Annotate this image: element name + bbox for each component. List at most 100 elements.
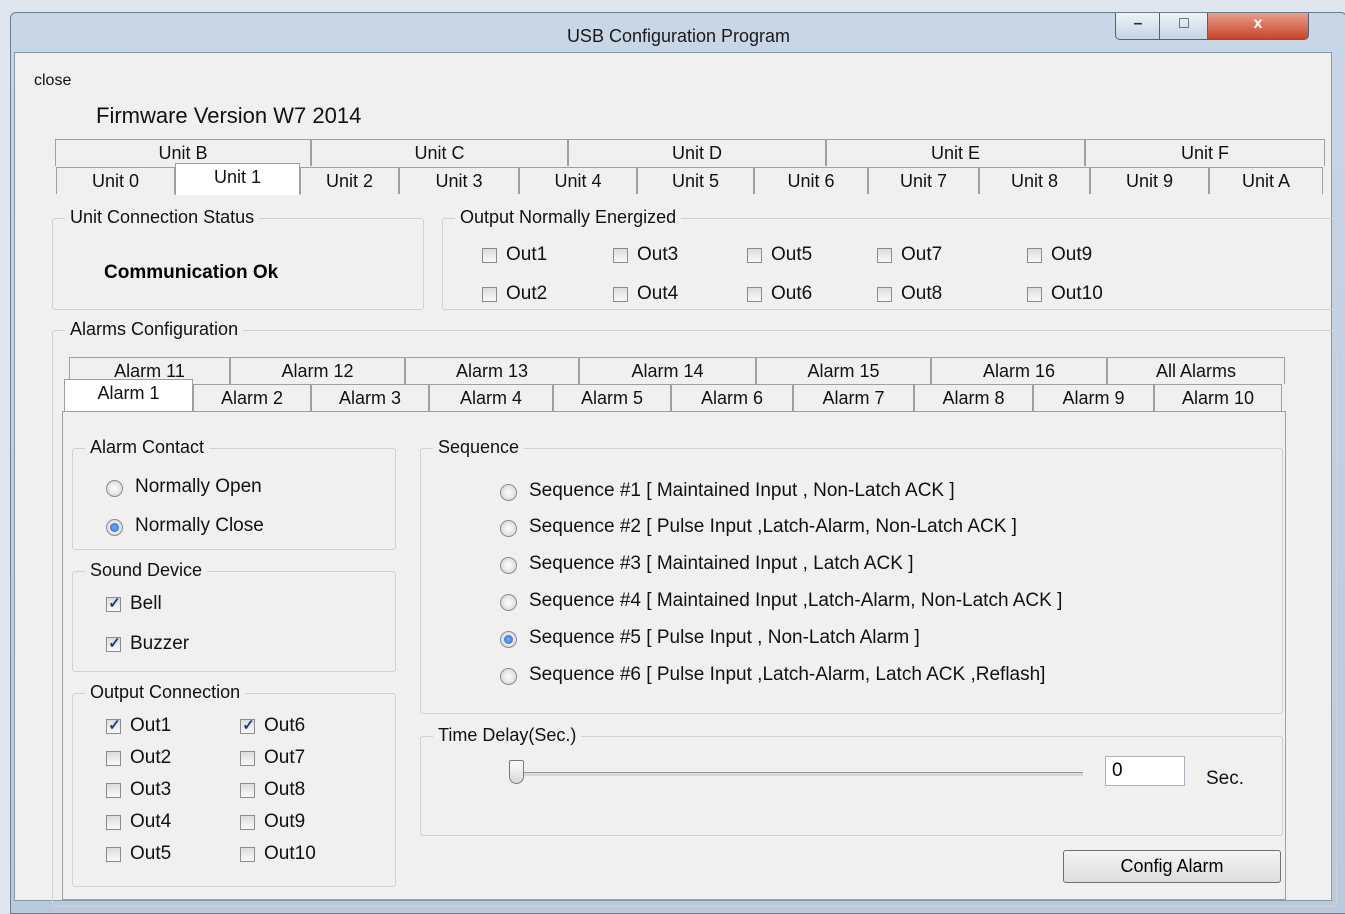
- energized-output-label: Out2: [506, 283, 548, 304]
- check-icon: ✓: [108, 635, 121, 652]
- unit-tab[interactable]: Unit C: [311, 139, 568, 166]
- output-connection-label: Out4: [130, 811, 172, 832]
- alarm-tab[interactable]: Alarm 13: [405, 357, 579, 384]
- alarm-tab[interactable]: Alarm 1: [64, 379, 193, 411]
- sound-device-checkbox[interactable]: ✓: [106, 635, 121, 652]
- unit-tab[interactable]: Unit D: [568, 139, 826, 166]
- time-delay-input[interactable]: 0: [1105, 756, 1185, 786]
- output-connection-checkbox[interactable]: ✓: [106, 717, 121, 734]
- alarm-tab[interactable]: Alarm 9: [1033, 384, 1154, 411]
- sequence-option-radio[interactable]: [500, 484, 517, 501]
- connection-group-title: Unit Connection Status: [65, 207, 260, 228]
- output-connection-checkbox[interactable]: [240, 847, 255, 862]
- output-connection-title: Output Connection: [85, 682, 246, 703]
- sequence-option-label: Sequence #2 [ Pulse Input ,Latch-Alarm, …: [529, 516, 1017, 537]
- check-icon: ✓: [108, 717, 121, 734]
- alarm-tab[interactable]: Alarm 12: [230, 357, 405, 384]
- output-connection-checkbox[interactable]: [106, 847, 121, 862]
- unit-tab[interactable]: Unit F: [1085, 139, 1325, 166]
- energized-output-label: Out7: [901, 244, 943, 265]
- sound-device-label: Buzzer: [130, 633, 190, 654]
- sound-device-label: Bell: [130, 593, 162, 614]
- radio-selected-icon: [110, 523, 119, 532]
- sound-device-group: Sound Device: [72, 560, 396, 672]
- energized-output-checkbox[interactable]: [877, 287, 892, 302]
- close-icon: x: [1253, 15, 1263, 32]
- alarm-tab[interactable]: Alarm 16: [931, 357, 1107, 384]
- alarm-tab[interactable]: Alarm 3: [311, 384, 429, 411]
- check-icon: ✓: [242, 717, 255, 734]
- alarm-tab[interactable]: Alarm 7: [793, 384, 914, 411]
- unit-tab[interactable]: Unit 3: [399, 167, 519, 194]
- sound-device-checkbox[interactable]: ✓: [106, 595, 121, 612]
- sequence-option-radio[interactable]: [500, 557, 517, 574]
- alarm-contact-label: Normally Open: [135, 476, 262, 497]
- unit-tab[interactable]: Unit 0: [56, 167, 175, 194]
- alarm-tab[interactable]: Alarm 4: [429, 384, 553, 411]
- energized-output-checkbox[interactable]: [613, 287, 628, 302]
- output-connection-checkbox[interactable]: [106, 815, 121, 830]
- energized-output-label: Out6: [771, 283, 813, 304]
- unit-tab[interactable]: Unit 1: [175, 163, 300, 195]
- unit-tab[interactable]: Unit 8: [979, 167, 1090, 194]
- sequence-option-radio[interactable]: [500, 520, 517, 537]
- unit-tab[interactable]: Unit 6: [754, 167, 868, 194]
- energized-output-label: Out5: [771, 244, 813, 265]
- sequence-option-radio[interactable]: [500, 631, 517, 648]
- unit-tab[interactable]: Unit B: [55, 139, 311, 166]
- close-window-button[interactable]: x: [1207, 13, 1309, 40]
- energized-output-checkbox[interactable]: [877, 248, 892, 263]
- energized-output-checkbox[interactable]: [482, 287, 497, 302]
- alarm-tab[interactable]: Alarm 10: [1154, 384, 1282, 411]
- alarm-contact-title: Alarm Contact: [85, 437, 210, 458]
- energized-output-checkbox[interactable]: [613, 248, 628, 263]
- output-connection-checkbox[interactable]: [106, 751, 121, 766]
- connection-status: Communication Ok: [104, 262, 279, 283]
- sequence-option-label: Sequence #5 [ Pulse Input , Non-Latch Al…: [529, 627, 920, 648]
- output-connection-checkbox[interactable]: [240, 783, 255, 798]
- unit-tab[interactable]: Unit 5: [637, 167, 754, 194]
- time-delay-unit: Sec.: [1206, 768, 1245, 789]
- alarm-tab[interactable]: Alarm 14: [579, 357, 756, 384]
- energized-output-checkbox[interactable]: [747, 287, 762, 302]
- sequence-option-radio[interactable]: [500, 594, 517, 611]
- menu-close[interactable]: close: [34, 72, 71, 90]
- alarm-contact-radio[interactable]: [106, 519, 123, 536]
- sequence-option-label: Sequence #4 [ Maintained Input ,Latch-Al…: [529, 590, 1063, 611]
- sequence-option-label: Sequence #1 [ Maintained Input , Non-Lat…: [529, 480, 955, 501]
- unit-tab[interactable]: Unit 4: [519, 167, 637, 194]
- maximize-button[interactable]: □: [1159, 13, 1209, 40]
- unit-tab[interactable]: Unit 9: [1090, 167, 1209, 194]
- energized-output-checkbox[interactable]: [1027, 248, 1042, 263]
- output-connection-label: Out5: [130, 843, 172, 864]
- alarm-tab[interactable]: All Alarms: [1107, 357, 1285, 384]
- alarm-tab[interactable]: Alarm 8: [914, 384, 1033, 411]
- time-delay-group: Time Delay(Sec.): [420, 725, 1283, 836]
- energized-output-checkbox[interactable]: [747, 248, 762, 263]
- alarm-contact-radio[interactable]: [106, 480, 123, 497]
- output-connection-label: Out8: [264, 779, 306, 800]
- maximize-icon: □: [1179, 15, 1189, 32]
- alarm-tab[interactable]: Alarm 5: [553, 384, 671, 411]
- sequence-option-radio[interactable]: [500, 668, 517, 685]
- minimize-button[interactable]: –: [1115, 13, 1161, 40]
- output-connection-checkbox[interactable]: [106, 783, 121, 798]
- unit-tab[interactable]: Unit 2: [300, 167, 399, 194]
- output-connection-checkbox[interactable]: ✓: [240, 717, 255, 734]
- unit-tab[interactable]: Unit 7: [868, 167, 979, 194]
- energized-output-checkbox[interactable]: [482, 248, 497, 263]
- energized-output-checkbox[interactable]: [1027, 287, 1042, 302]
- config-alarm-button[interactable]: Config Alarm: [1063, 850, 1281, 883]
- alarm-tab[interactable]: Alarm 15: [756, 357, 931, 384]
- alarm-tab[interactable]: Alarm 6: [671, 384, 793, 411]
- unit-tab[interactable]: Unit A: [1209, 167, 1323, 194]
- output-connection-checkbox[interactable]: [240, 751, 255, 766]
- output-connection-label: Out9: [264, 811, 306, 832]
- output-connection-label: Out10: [264, 843, 316, 864]
- time-delay-slider-thumb[interactable]: [509, 760, 524, 784]
- energized-output-label: Out3: [637, 244, 679, 265]
- time-delay-slider-track[interactable]: [515, 772, 1083, 776]
- alarm-tab[interactable]: Alarm 2: [193, 384, 311, 411]
- output-connection-checkbox[interactable]: [240, 815, 255, 830]
- unit-tab[interactable]: Unit E: [826, 139, 1085, 166]
